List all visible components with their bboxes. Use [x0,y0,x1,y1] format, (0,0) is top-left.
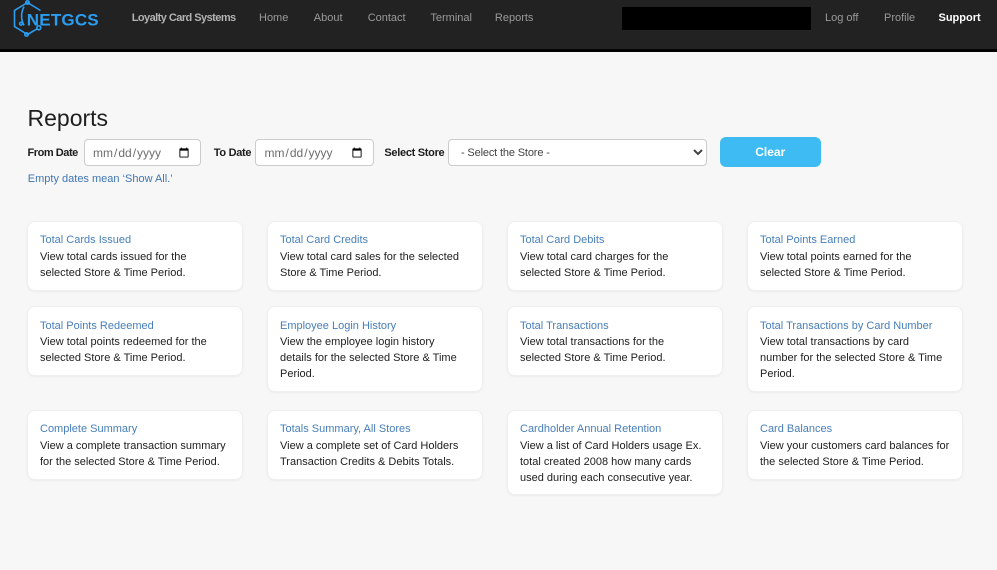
svg-text:NETGCS: NETGCS [27,10,99,29]
